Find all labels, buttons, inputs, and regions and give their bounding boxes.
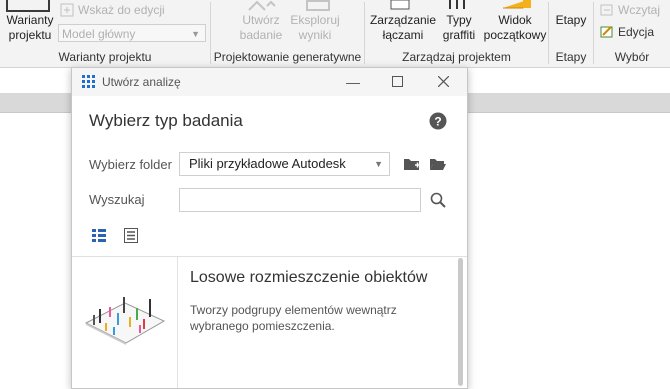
search-icon[interactable] — [430, 192, 446, 208]
edit-selection-button[interactable]: Edycja — [600, 25, 654, 39]
dialog-title: Utwórz analizę — [102, 75, 181, 89]
maximize-button[interactable] — [386, 72, 408, 92]
load-icon — [600, 4, 613, 16]
group-label: Wybór — [614, 50, 650, 64]
chevron-down-icon: ▼ — [374, 159, 383, 169]
starting-view-button[interactable]: Widok początkowy — [483, 13, 547, 43]
ribbon-group-manage-project: Zarządzanie łączami Typy graffiti Widok … — [365, 0, 548, 67]
study-description: Tworzy podgrupy elementów wewnątrz wybra… — [190, 303, 397, 333]
list-view-icon[interactable] — [124, 228, 138, 243]
ribbon-group-generative-design: Utwórz badanie Eksploruj wyniki Projekto… — [211, 0, 364, 67]
dialog-heading: Wybierz typ badania — [89, 111, 243, 130]
close-button[interactable] — [432, 72, 454, 92]
minimize-button[interactable]: — — [342, 72, 364, 92]
study-title: Losowe rozmieszczenie obiektów — [190, 269, 428, 286]
dialog-titlebar[interactable]: Utwórz analizę — — [72, 68, 467, 96]
graffiti-types-button[interactable]: Typy graffiti — [437, 13, 481, 43]
create-study-icon — [248, 0, 276, 11]
create-study-button[interactable]: Utwórz badanie — [231, 13, 291, 43]
folder-label: Wybierz folder — [89, 157, 172, 172]
design-options-button[interactable]: Warianty projektu — [2, 13, 58, 43]
phases-button[interactable]: Etapy — [549, 13, 593, 28]
random-placement-thumbnail — [84, 297, 166, 345]
group-label: Zarządzaj projektem — [402, 50, 511, 64]
svg-text:?: ? — [434, 115, 441, 129]
folder-select[interactable]: Pliki przykładowe Autodesk ▼ — [179, 152, 390, 176]
explore-results-icon — [306, 0, 330, 11]
ribbon: Warianty projektu Wskaż do edycji Model … — [0, 0, 670, 68]
generative-app-icon — [82, 75, 95, 88]
group-label: Warianty projektu — [58, 50, 152, 64]
close-icon — [437, 75, 449, 88]
group-label: Etapy — [555, 50, 587, 64]
folder-select-value: Pliki przykładowe Autodesk — [189, 156, 346, 171]
create-study-dialog: Utwórz analizę — Wybierz typ badania ? W… — [71, 67, 468, 389]
manage-links-button[interactable]: Zarządzanie łączami — [368, 13, 438, 43]
pick-to-edit-button[interactable]: Wskaż do edycji — [60, 3, 165, 17]
new-folder-icon[interactable] — [403, 156, 421, 172]
group-label: Projektowanie generatywne — [213, 50, 362, 64]
ribbon-group-selection: Wczytaj Edycja Wybór — [594, 0, 670, 67]
help-icon[interactable]: ? — [429, 112, 447, 130]
search-label: Wyszukaj — [89, 192, 145, 207]
design-options-icon — [6, 0, 50, 12]
search-input[interactable] — [179, 188, 421, 212]
manage-links-icon — [390, 0, 410, 10]
open-folder-icon[interactable] — [429, 156, 447, 172]
scrollbar[interactable] — [458, 258, 463, 386]
detail-view-icon[interactable] — [92, 228, 106, 242]
starting-view-icon — [503, 0, 531, 9]
maximize-icon — [391, 76, 403, 87]
study-thumbnail-column — [72, 257, 178, 388]
graffiti-types-icon — [449, 0, 465, 9]
load-selection-button[interactable]: Wczytaj — [600, 3, 660, 17]
explore-results-button[interactable]: Eksploruj wyniki — [286, 13, 344, 43]
ribbon-group-phases: Etapy Etapy — [549, 0, 593, 67]
design-option-combo[interactable]: Model główny ▼ — [58, 24, 206, 42]
chevron-down-icon: ▼ — [191, 29, 200, 39]
pick-edit-icon — [60, 3, 74, 17]
ribbon-group-design-options: Warianty projektu Wskaż do edycji Model … — [0, 0, 210, 67]
edit-selection-icon — [600, 26, 613, 38]
